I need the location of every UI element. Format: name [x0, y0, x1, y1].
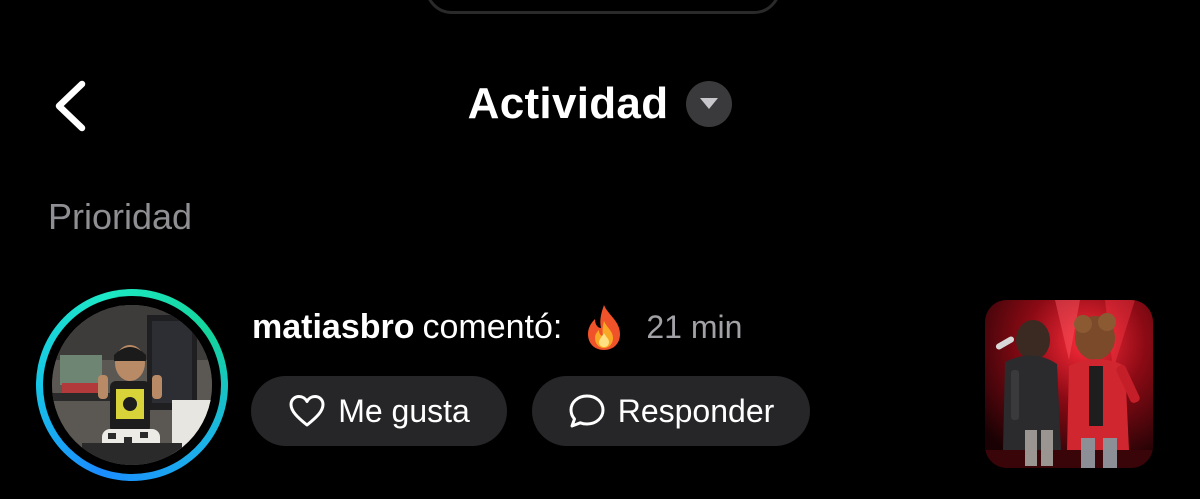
like-button-label: Me gusta: [338, 392, 470, 429]
activity-screen: Actividad Prioridad matiasbro comentó: 2…: [0, 0, 1200, 499]
page-title: Actividad: [467, 79, 669, 128]
avatar-photo-image: [52, 305, 212, 465]
username-link[interactable]: matiasbro: [252, 308, 415, 347]
speech-bubble-icon: [569, 394, 605, 428]
heart-outline-icon: [289, 395, 325, 427]
like-button[interactable]: Me gusta: [251, 376, 507, 446]
reply-button[interactable]: Responder: [532, 376, 810, 446]
avatar-story-ring[interactable]: [36, 289, 228, 481]
activity-action: comentó:: [422, 307, 563, 346]
timestamp: 21 min: [646, 308, 743, 345]
activity-text: matiasbro comentó: 🔥 21 min: [252, 302, 742, 352]
caret-down-icon: [700, 98, 719, 109]
comment-emoji: 🔥: [582, 303, 626, 351]
fire-icon: [588, 305, 621, 350]
section-label-priority: Prioridad: [48, 196, 193, 237]
header: Actividad: [0, 72, 1200, 136]
avatar: [52, 305, 212, 465]
post-thumbnail[interactable]: [985, 300, 1153, 468]
reply-button-label: Responder: [617, 392, 775, 429]
avatar-gap: [43, 296, 221, 474]
title-dropdown-button[interactable]: [686, 81, 733, 127]
post-thumbnail-image: [985, 300, 1153, 468]
comment-emoji-text: 🔥: [626, 303, 627, 304]
device-notch: [425, 0, 781, 14]
